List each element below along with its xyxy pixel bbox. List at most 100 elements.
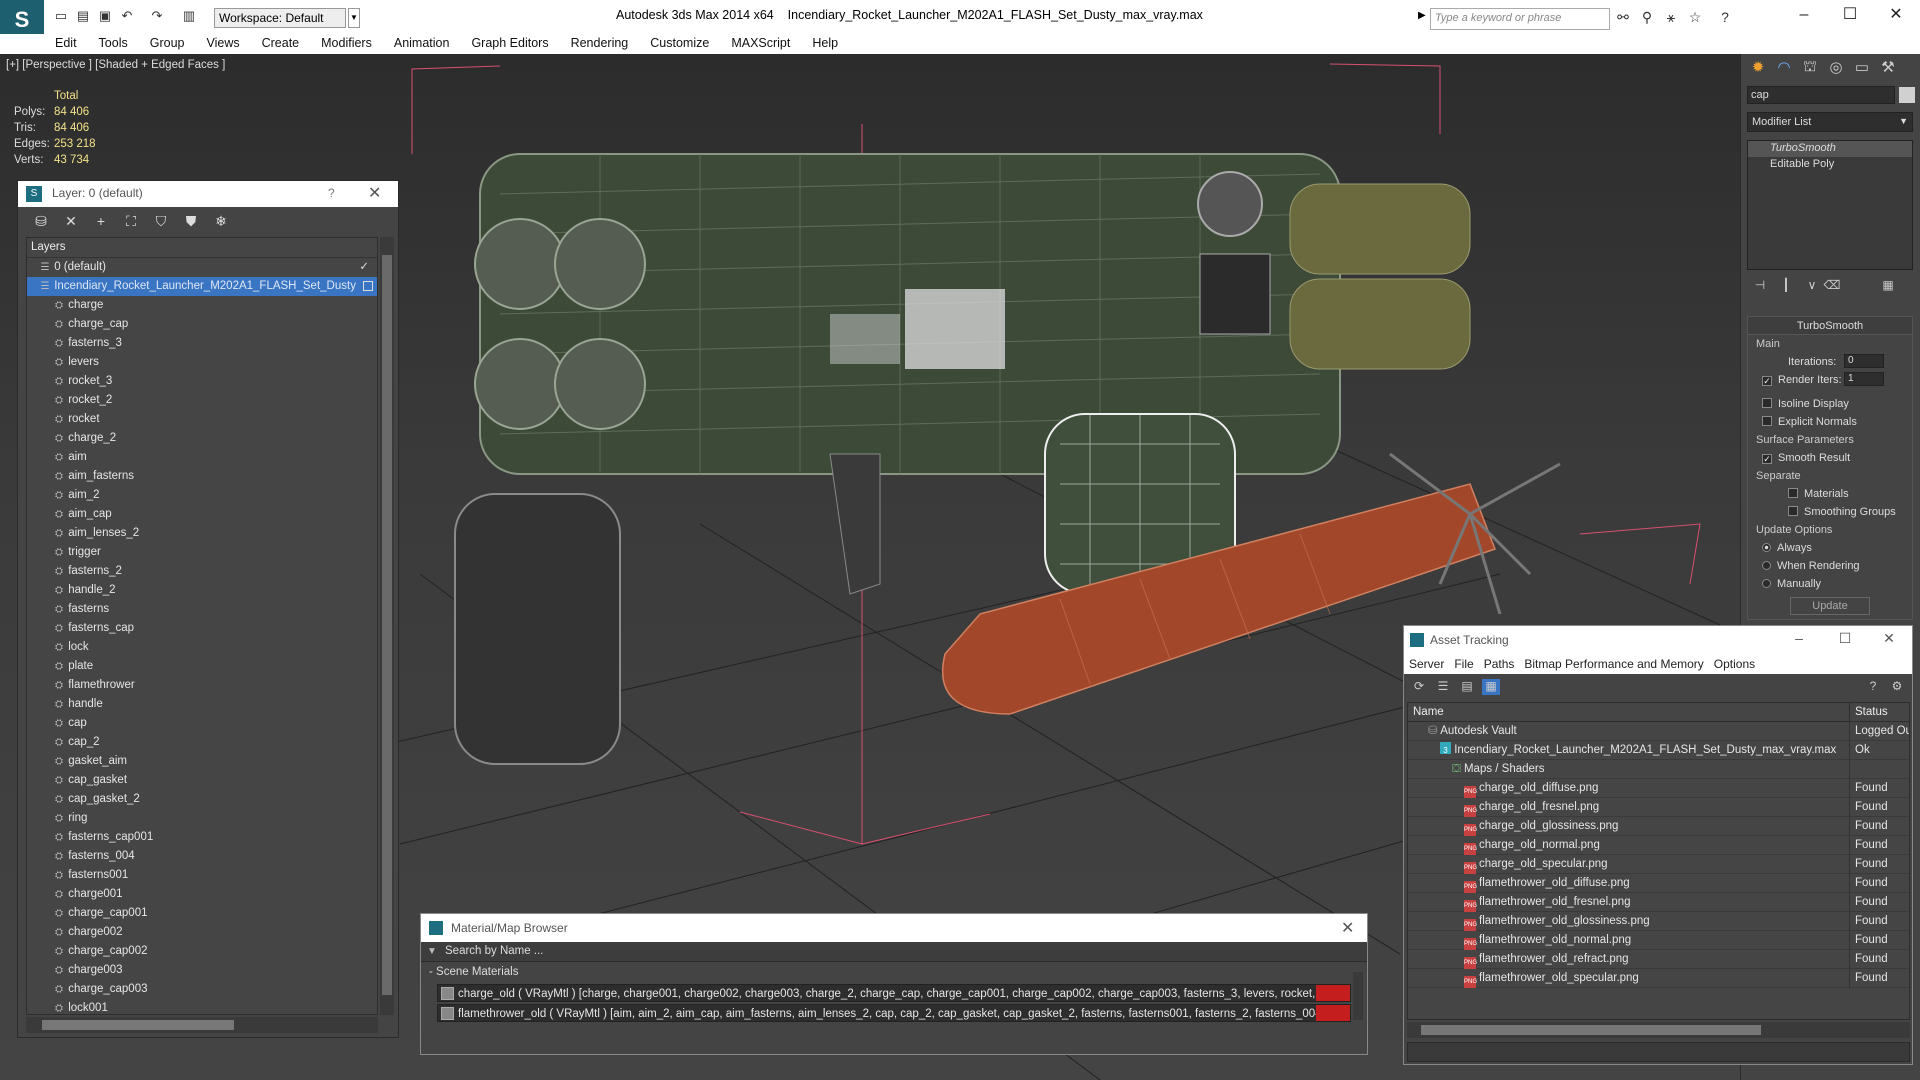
menu-views[interactable]: Views: [195, 34, 250, 52]
layer-object-row[interactable]: ⛭ levers: [27, 353, 377, 372]
asset-menu-file[interactable]: File: [1449, 654, 1478, 674]
layer-object-row[interactable]: ⛭ fasterns_2: [27, 562, 377, 581]
stack-item-editable-poly[interactable]: Editable Poly: [1748, 157, 1912, 173]
asset-table[interactable]: Name Status ⛁ Autodesk Vault Logged Out 3 …: [1407, 702, 1910, 1020]
layer-object-row[interactable]: ⛭ charge_2: [27, 429, 377, 448]
menu-help[interactable]: Help: [801, 34, 849, 52]
layer-object-row[interactable]: ⛭ fasterns: [27, 600, 377, 619]
refresh-icon[interactable]: ⟳: [1410, 679, 1428, 695]
table-view-icon[interactable]: ▦: [1482, 679, 1500, 695]
layer-object-row[interactable]: ⛭ trigger: [27, 543, 377, 562]
layer-object-row[interactable]: ⛭ charge_cap002: [27, 942, 377, 961]
asset-menu-options[interactable]: Options: [1709, 654, 1760, 674]
column-status-header[interactable]: Status: [1849, 703, 1893, 722]
material-browser-title[interactable]: Material/Map Browser: [421, 914, 1367, 942]
menu-create[interactable]: Create: [251, 34, 311, 52]
menu-maxscript[interactable]: MAXScript: [720, 34, 801, 52]
column-name-header[interactable]: Name: [1413, 706, 1444, 718]
show-end-result-icon[interactable]: ┃: [1775, 278, 1797, 296]
search-expand-icon[interactable]: ▶: [1418, 10, 1426, 21]
menu-customize[interactable]: Customize: [639, 34, 720, 52]
asset-row[interactable]: PNG flamethrower_old_diffuse.png Found: [1408, 874, 1909, 893]
object-name-field[interactable]: cap: [1747, 86, 1895, 104]
layer-object-row[interactable]: ⛭ charge002: [27, 923, 377, 942]
layer-object-row[interactable]: ⛭ lock001: [27, 999, 377, 1014]
layer-object-row[interactable]: ⛭ fasterns001: [27, 866, 377, 885]
layer-window-title[interactable]: Layer: 0 (default): [18, 181, 398, 207]
scene-materials-group[interactable]: - Scene Materials: [429, 966, 518, 978]
layer-object-row[interactable]: ⛭ flamethrower: [27, 676, 377, 695]
asset-row[interactable]: PNG charge_old_diffuse.png Found: [1408, 779, 1909, 798]
asset-row[interactable]: PNG charge_old_specular.png Found: [1408, 855, 1909, 874]
asset-row[interactable]: PNG flamethrower_old_refract.png Found: [1408, 950, 1909, 969]
layers-vertical-scrollbar[interactable]: [380, 237, 394, 1015]
display-tab-icon[interactable]: ▭: [1851, 58, 1873, 80]
maximize-icon[interactable]: ☐: [1830, 630, 1860, 650]
modifier-list-dropdown[interactable]: Modifier List ▼: [1747, 112, 1913, 132]
workspace-dropdown[interactable]: Workspace: Default: [214, 8, 346, 28]
motion-tab-icon[interactable]: ◎: [1825, 58, 1847, 80]
layer-object-row[interactable]: ⛭ ring: [27, 809, 377, 828]
communication-center-icon[interactable]: ⚲: [1638, 9, 1656, 27]
menu-edit[interactable]: Edit: [44, 34, 88, 52]
layer-object-row[interactable]: ⛭ gasket_aim: [27, 752, 377, 771]
layer-object-row[interactable]: ⛭ cap_gasket_2: [27, 790, 377, 809]
close-icon[interactable]: ✕: [1341, 918, 1354, 938]
isoline-checkbox[interactable]: [1762, 398, 1772, 408]
material-row-flamethrower-old[interactable]: flamethrower_old ( VRayMtl ) [aim, aim_2…: [437, 1004, 1351, 1022]
save-file-icon[interactable]: ▣: [96, 8, 114, 24]
layer-object-row[interactable]: ⛭ rocket_3: [27, 372, 377, 391]
list-view-icon[interactable]: ☰: [1434, 679, 1452, 695]
layer-object-row[interactable]: ⛭ charge: [27, 296, 377, 315]
layer-object-row[interactable]: ⛭ handle: [27, 695, 377, 714]
new-file-icon[interactable]: ▭: [52, 8, 70, 24]
asset-row[interactable]: ⛋ Maps / Shaders: [1408, 760, 1909, 779]
menu-rendering[interactable]: Rendering: [560, 34, 640, 52]
layer-object-row[interactable]: ⛭ fasterns_3: [27, 334, 377, 353]
layer-object-row[interactable]: ⛭ charge003: [27, 961, 377, 980]
asset-row[interactable]: PNG flamethrower_old_specular.png Found: [1408, 969, 1909, 988]
menu-group[interactable]: Group: [139, 34, 196, 52]
remove-modifier-icon[interactable]: ⌫: [1821, 278, 1843, 296]
asset-menu-paths[interactable]: Paths: [1479, 654, 1520, 674]
help-icon[interactable]: ?: [1864, 679, 1882, 695]
object-color-swatch[interactable]: [1899, 87, 1915, 103]
layer-object-row[interactable]: ⛭ aim_lenses_2: [27, 524, 377, 543]
filter-dropdown-icon[interactable]: ▼: [427, 946, 437, 957]
always-radio[interactable]: [1762, 543, 1771, 552]
layer-object-row[interactable]: ⛭ handle_2: [27, 581, 377, 600]
asset-row[interactable]: 3 Incendiary_Rocket_Launcher_M202A1_FLAS…: [1408, 741, 1909, 760]
materials-checkbox[interactable]: [1788, 488, 1798, 498]
update-button[interactable]: Update: [1790, 597, 1870, 615]
layer-object-row[interactable]: ⛭ rocket: [27, 410, 377, 429]
asset-row[interactable]: PNG flamethrower_old_glossiness.png Found: [1408, 912, 1909, 931]
menu-graph-editors[interactable]: Graph Editors: [460, 34, 559, 52]
close-icon[interactable]: ✕: [1874, 630, 1904, 650]
layer-object-row[interactable]: ⛭ charge_cap001: [27, 904, 377, 923]
when-rendering-radio[interactable]: [1762, 561, 1771, 570]
layer-object-row[interactable]: ⛭ cap_gasket: [27, 771, 377, 790]
create-layer-icon[interactable]: ⛁: [30, 213, 52, 231]
delete-layer-icon[interactable]: ✕: [60, 213, 82, 231]
asset-menu-server[interactable]: Server: [1404, 654, 1449, 674]
viewport-label[interactable]: [+] [Perspective ] [Shaded + Edged Faces…: [6, 59, 225, 71]
render-iters-checkbox[interactable]: ✓: [1762, 376, 1772, 386]
minimize-icon[interactable]: –: [1784, 630, 1814, 650]
layer-object-row[interactable]: ⛭ aim_cap: [27, 505, 377, 524]
layer-object-row[interactable]: ⛭ plate: [27, 657, 377, 676]
layer-object-row[interactable]: ⛭ fasterns_cap001: [27, 828, 377, 847]
hide-all-layers-icon[interactable]: ⛊: [180, 213, 202, 231]
render-iters-spinner[interactable]: 1: [1844, 372, 1884, 386]
asset-horizontal-scrollbar[interactable]: [1407, 1022, 1910, 1038]
layer-object-row[interactable]: ⛭ cap: [27, 714, 377, 733]
material-search-input[interactable]: Search by Name ...: [421, 942, 1367, 962]
add-to-layer-icon[interactable]: +: [90, 213, 112, 231]
material-vertical-scrollbar[interactable]: [1353, 972, 1363, 1020]
asset-row[interactable]: PNG charge_old_glossiness.png Found: [1408, 817, 1909, 836]
layers-column-header[interactable]: Layers: [27, 238, 377, 258]
asset-row[interactable]: PNG charge_old_fresnel.png Found: [1408, 798, 1909, 817]
modify-tab-icon[interactable]: ◠: [1773, 58, 1795, 80]
settings-icon[interactable]: ⚙: [1888, 679, 1906, 695]
smoothing-groups-checkbox[interactable]: [1788, 506, 1798, 516]
menu-tools[interactable]: Tools: [88, 34, 139, 52]
